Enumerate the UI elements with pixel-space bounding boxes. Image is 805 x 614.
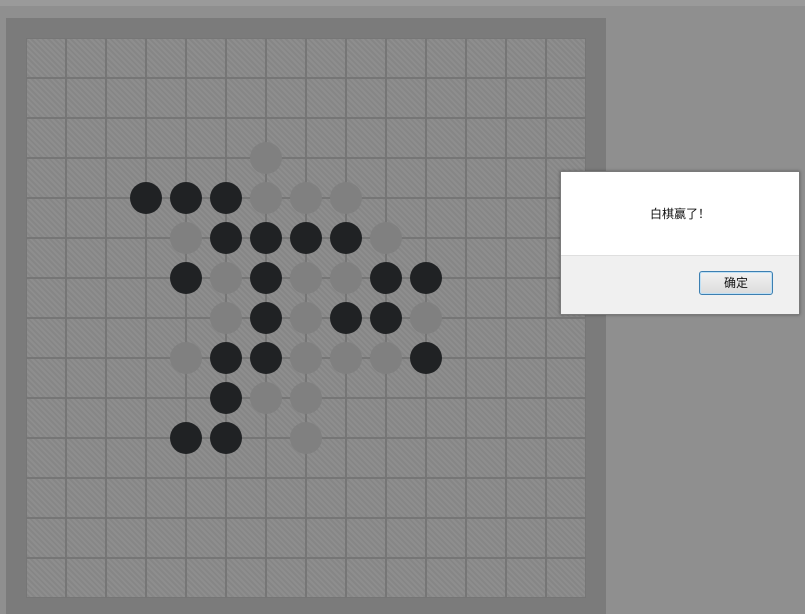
white-stone (290, 262, 322, 294)
black-stone (410, 262, 442, 294)
black-stone (170, 422, 202, 454)
white-stone (170, 342, 202, 374)
black-stone (210, 182, 242, 214)
black-stone (370, 262, 402, 294)
black-stone (130, 182, 162, 214)
white-stone (210, 302, 242, 334)
alert-dialog: 白棋赢了！ 确定 (560, 171, 800, 315)
gomoku-board[interactable] (26, 38, 586, 598)
black-stone (210, 222, 242, 254)
black-stone (210, 342, 242, 374)
black-stone (330, 302, 362, 334)
black-stone (250, 262, 282, 294)
dialog-body: 白棋赢了！ (561, 172, 799, 255)
bookmarks-bar (0, 0, 805, 6)
white-stone (330, 342, 362, 374)
board-canvas[interactable] (26, 38, 586, 598)
black-stone (290, 222, 322, 254)
black-stone (210, 422, 242, 454)
black-stone (170, 182, 202, 214)
white-stone (250, 182, 282, 214)
white-stone (250, 382, 282, 414)
white-stone (210, 262, 242, 294)
black-stone (250, 342, 282, 374)
white-stone (330, 262, 362, 294)
white-stone (290, 382, 322, 414)
ok-button[interactable]: 确定 (699, 271, 773, 295)
white-stone (370, 222, 402, 254)
black-stone (330, 222, 362, 254)
black-stone (410, 342, 442, 374)
white-stone (370, 342, 402, 374)
white-stone (290, 422, 322, 454)
white-stone (170, 222, 202, 254)
white-stone (290, 342, 322, 374)
white-stone (250, 142, 282, 174)
white-stone (290, 182, 322, 214)
black-stone (170, 262, 202, 294)
white-stone (410, 302, 442, 334)
black-stone (250, 222, 282, 254)
dialog-footer: 确定 (561, 255, 799, 314)
black-stone (250, 302, 282, 334)
black-stone (210, 382, 242, 414)
white-stone (290, 302, 322, 334)
black-stone (370, 302, 402, 334)
white-stone (330, 182, 362, 214)
dialog-message: 白棋赢了！ (649, 207, 710, 221)
